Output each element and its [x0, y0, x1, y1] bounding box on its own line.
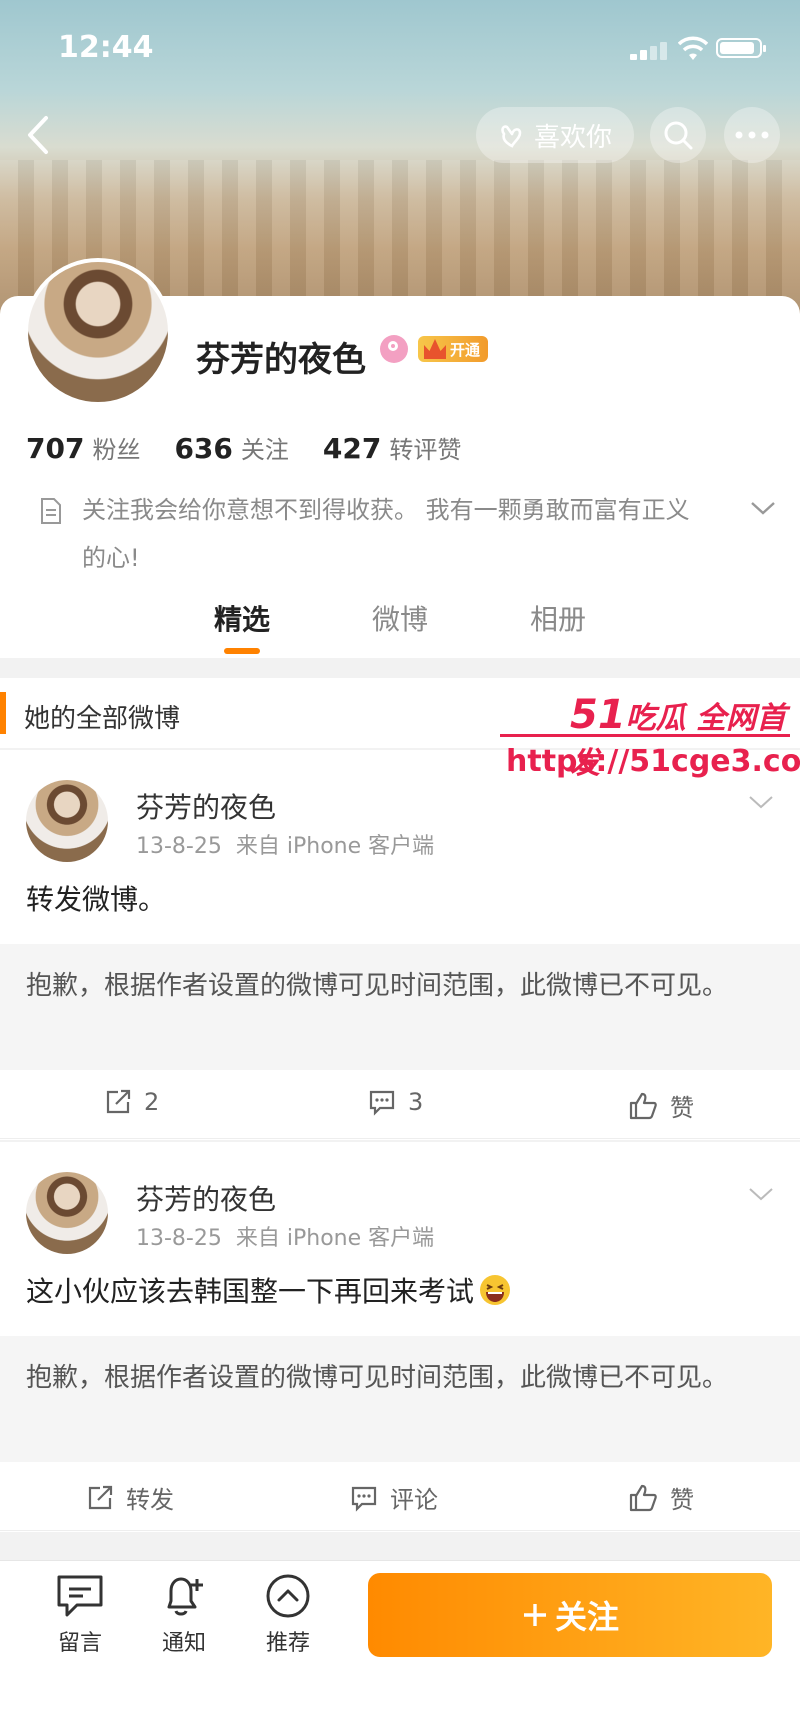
message-icon	[57, 1575, 103, 1617]
comment-button[interactable]: 评论	[350, 1480, 438, 1515]
signal-icon	[630, 42, 670, 60]
post-meta: 13-8-25 来自 iPhone 客户端	[136, 834, 435, 859]
post-actions: 2 3 赞	[0, 1072, 800, 1139]
stat-interactions[interactable]: 427 转评赞	[323, 430, 461, 465]
like-button[interactable]: 赞	[628, 1480, 694, 1515]
bottom-bar: 留言 通知 推荐 关注	[0, 1560, 800, 1732]
battery-icon	[716, 38, 766, 58]
section-title: 她的全部微博	[24, 704, 181, 734]
stat-fans[interactable]: 707 粉丝	[26, 430, 140, 465]
post-text: 转发微博。	[26, 883, 167, 916]
more-button[interactable]	[724, 107, 780, 163]
like-button[interactable]: 赞	[628, 1088, 694, 1123]
post-author[interactable]: 芬芳的夜色	[136, 1178, 276, 1218]
search-icon	[664, 121, 693, 150]
profile-tabs: 精选 微博 相册	[0, 598, 800, 658]
like-you-button[interactable]: 喜欢你	[476, 107, 634, 163]
comment-icon	[369, 1090, 395, 1116]
back-icon[interactable]	[20, 110, 60, 160]
stat-following[interactable]: 636 关注	[174, 430, 288, 465]
profile-name: 芬芳的夜色	[196, 340, 366, 380]
comment-icon	[351, 1486, 377, 1512]
tab-weibo[interactable]: 微博	[372, 598, 428, 638]
profile-avatar[interactable]	[24, 258, 172, 406]
post-card[interactable]: 芬芳的夜色 13-8-25 来自 iPhone 客户端 这小伙应该去韩国整一下再…	[0, 1142, 800, 1532]
document-icon	[41, 498, 61, 524]
post-avatar[interactable]	[26, 780, 108, 862]
chevron-down-icon[interactable]	[748, 794, 774, 810]
member-badge-icon[interactable]	[380, 335, 408, 363]
hand-heart-icon	[501, 125, 522, 148]
wifi-icon	[678, 36, 708, 60]
thumbs-up-icon	[629, 1484, 657, 1511]
thumbs-up-icon	[629, 1092, 657, 1119]
search-button[interactable]	[650, 107, 706, 163]
post-text: 这小伙应该去韩国整一下再回来考试	[26, 1270, 512, 1310]
tab-featured[interactable]: 精选	[214, 598, 270, 638]
watermark-url: https://51cge3.com	[506, 744, 800, 779]
repost-button[interactable]: 2	[104, 1088, 159, 1116]
message-button[interactable]: 留言	[40, 1573, 120, 1657]
tab-album[interactable]: 相册	[530, 598, 586, 638]
like-you-label: 喜欢你	[533, 122, 612, 153]
quoted-post[interactable]: 抱歉，根据作者设置的微博可见时间范围，此微博已不可见。	[0, 944, 800, 1070]
status-bar: 12:44	[0, 0, 800, 96]
status-time: 12:44	[58, 30, 154, 65]
post-meta: 13-8-25 来自 iPhone 客户端	[136, 1226, 435, 1251]
repost-button[interactable]: 转发	[86, 1480, 174, 1515]
post-actions: 转发 评论 赞	[0, 1464, 800, 1531]
chevron-up-circle-icon	[266, 1574, 310, 1618]
bio-text: 关注我会给你意想不到得收获。 我有一颗勇敢而富有正义的心!	[82, 496, 690, 572]
quoted-post[interactable]: 抱歉，根据作者设置的微博可见时间范围，此微博已不可见。	[0, 1336, 800, 1462]
chevron-down-icon[interactable]	[748, 1186, 774, 1202]
follow-button[interactable]: 关注	[368, 1573, 772, 1657]
notify-button[interactable]: 通知	[144, 1573, 224, 1657]
repost-icon	[88, 1485, 113, 1509]
section-accent-bar	[0, 692, 6, 734]
laughing-emoji-icon	[480, 1275, 511, 1305]
bell-plus-icon	[167, 1577, 203, 1616]
vip-open-badge[interactable]: 开通	[418, 336, 488, 362]
post-avatar[interactable]	[26, 1172, 108, 1254]
plus-icon	[523, 1604, 546, 1626]
post-author[interactable]: 芬芳的夜色	[136, 786, 276, 826]
repost-icon	[106, 1089, 131, 1114]
profile-stats: 707 粉丝 636 关注 427 转评赞	[26, 430, 461, 465]
tab-active-indicator	[224, 648, 260, 654]
watermark-line	[500, 734, 790, 737]
comment-button[interactable]: 3	[368, 1088, 423, 1116]
post-card[interactable]: 芬芳的夜色 13-8-25 来自 iPhone 客户端 转发微博。 抱歉，根据作…	[0, 750, 800, 1140]
chevron-down-icon[interactable]	[750, 500, 776, 516]
more-icon	[735, 131, 769, 139]
recommend-button[interactable]: 推荐	[248, 1573, 328, 1657]
